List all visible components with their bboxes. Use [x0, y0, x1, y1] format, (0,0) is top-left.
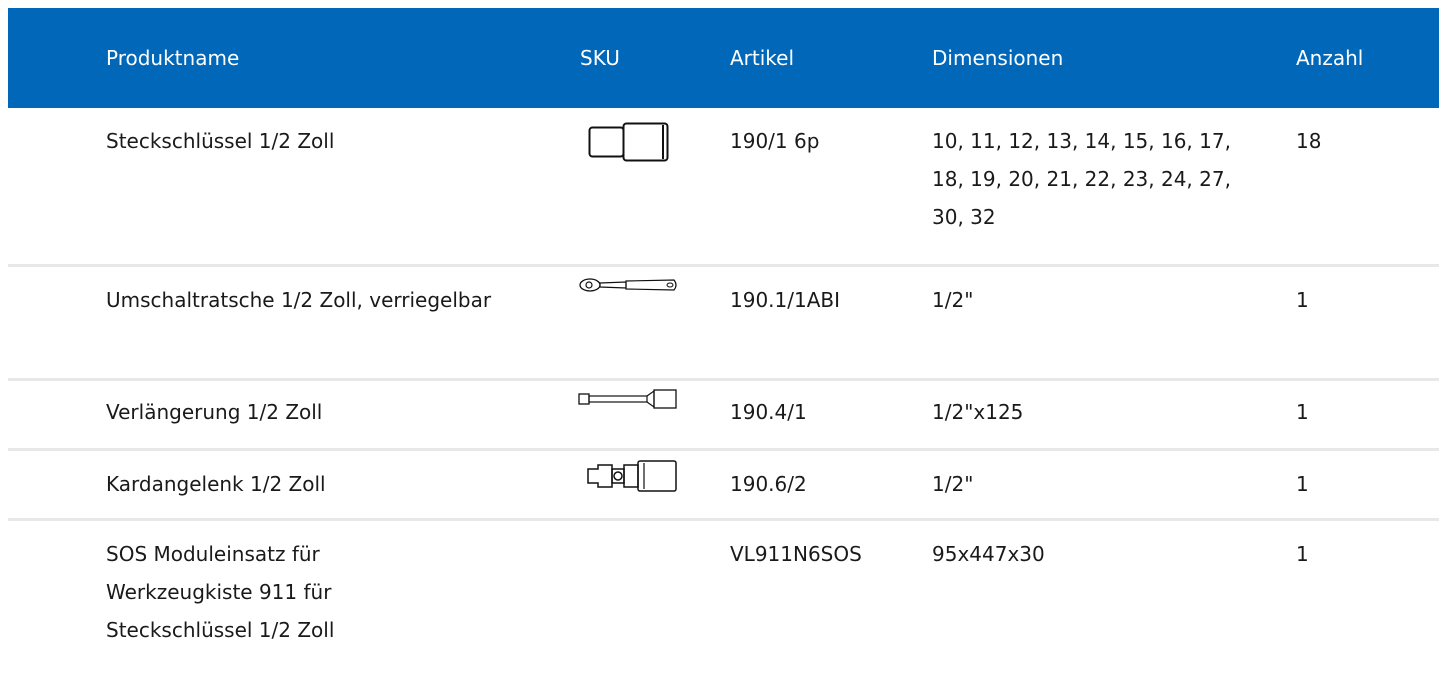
table-row: Verlängerung 1/2 Zoll 190.4/1 1/2"x125 1 [8, 381, 1439, 451]
dimensions: 1/2" [932, 288, 974, 312]
header-artikel: Artikel [730, 46, 795, 70]
dimensions: 10, 11, 12, 13, 14, 15, 16, 17, 18, 19, … [932, 129, 1231, 229]
product-name: Verlängerung 1/2 Zoll [106, 400, 323, 424]
table-row: Umschaltratsche 1/2 Zoll, verriegelbar 1… [8, 267, 1439, 381]
product-table: Produktname SKU Artikel Dimensionen Anza… [8, 8, 1439, 671]
quantity: 1 [1296, 542, 1309, 566]
table-row: SOS Moduleinsatz für Werkzeugkiste 911 f… [8, 521, 1439, 671]
dimensions: 1/2" [932, 472, 974, 496]
quantity: 1 [1296, 472, 1309, 496]
artikel-number: 190/1 6p [730, 129, 820, 153]
product-name: Steckschlüssel 1/2 Zoll [106, 129, 335, 153]
artikel-number: 190.4/1 [730, 400, 807, 424]
product-name: Umschaltratsche 1/2 Zoll, verriegelbar [106, 288, 492, 312]
artikel-number: 190.6/2 [730, 472, 807, 496]
extension-bar-icon [578, 387, 678, 411]
table-row: Kardangelenk 1/2 Zoll 190.6/2 1/2" 1 [8, 451, 1439, 521]
header-dimensionen: Dimensionen [932, 46, 1064, 70]
universal-joint-icon [586, 460, 678, 492]
header-sku: SKU [580, 46, 620, 70]
socket-icon [588, 122, 674, 162]
dimensions: 95x447x30 [932, 542, 1045, 566]
table-header: Produktname SKU Artikel Dimensionen Anza… [8, 8, 1439, 108]
quantity: 18 [1296, 129, 1322, 153]
quantity: 1 [1296, 400, 1309, 424]
product-name: SOS Moduleinsatz für Werkzeugkiste 911 f… [106, 542, 335, 642]
dimensions: 1/2"x125 [932, 400, 1024, 424]
artikel-number: 190.1/1ABI [730, 288, 841, 312]
quantity: 1 [1296, 288, 1309, 312]
table-row: Steckschlüssel 1/2 Zoll 190/1 6p 10, 11,… [8, 108, 1439, 267]
ratchet-icon [578, 277, 678, 295]
header-anzahl: Anzahl [1296, 46, 1364, 70]
artikel-number: VL911N6SOS [730, 542, 862, 566]
header-produktname: Produktname [106, 46, 240, 70]
product-name: Kardangelenk 1/2 Zoll [106, 472, 326, 496]
